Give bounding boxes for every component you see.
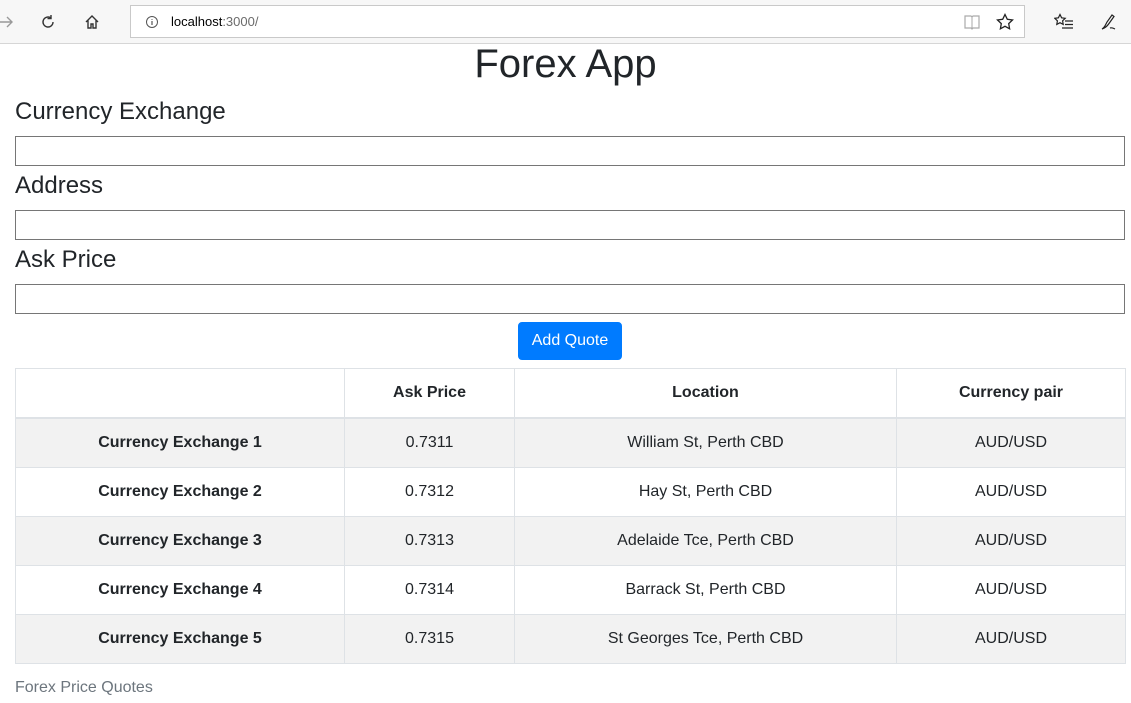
header-location: Location [514,368,897,419]
favorites-list-icon[interactable] [1054,12,1074,32]
url-port: :3000/ [222,14,259,29]
page-title: Forex App [474,42,657,86]
address-input[interactable] [15,210,1125,240]
location: St Georges Tce, Perth CBD [514,614,897,664]
location: Hay St, Perth CBD [514,467,897,517]
home-icon[interactable] [80,10,104,34]
ask-price: 0.7314 [344,565,515,615]
exchange-name: Currency Exchange 3 [15,516,345,566]
table-row: Currency Exchange 2 0.7312 Hay St, Perth… [15,467,1126,517]
web-note-pen-icon[interactable] [1098,12,1118,32]
table-row: Currency Exchange 1 0.7311 William St, P… [15,417,1126,468]
forward-icon[interactable] [0,10,18,34]
currency-pair: AUD/USD [896,417,1126,468]
quotes-table: Ask Price Location Currency pair Currenc… [15,368,1126,664]
ask-price-label: Ask Price [15,246,117,273]
exchange-name: Currency Exchange 1 [15,417,345,468]
header-name [15,368,345,419]
table-header-row: Ask Price Location Currency pair [15,368,1126,419]
location: Adelaide Tce, Perth CBD [514,516,897,566]
currency-pair: AUD/USD [896,516,1126,566]
info-icon[interactable] [145,15,159,29]
ask-price: 0.7311 [344,417,515,468]
url-text[interactable]: localhost:3000/ [171,14,258,29]
exchange-name: Currency Exchange 5 [15,614,345,664]
add-quote-button[interactable]: Add Quote [518,322,622,360]
location: Barrack St, Perth CBD [514,565,897,615]
ask-price: 0.7313 [344,516,515,566]
browser-toolbar: localhost:3000/ [0,0,1131,44]
table-row: Currency Exchange 4 0.7314 Barrack St, P… [15,565,1126,615]
address-bar[interactable]: localhost:3000/ [130,5,1025,38]
url-host: localhost [171,14,223,29]
header-ask-price: Ask Price [344,368,515,419]
header-currency-pair: Currency pair [896,368,1126,419]
currency-pair: AUD/USD [896,565,1126,615]
refresh-icon[interactable] [36,10,60,34]
ask-price: 0.7312 [344,467,515,517]
currency-pair: AUD/USD [896,467,1126,517]
currency-exchange-label: Currency Exchange [15,98,226,125]
table-row: Currency Exchange 3 0.7313 Adelaide Tce,… [15,516,1126,566]
footer-text: Forex Price Quotes [15,679,153,696]
exchange-name: Currency Exchange 2 [15,467,345,517]
location: William St, Perth CBD [514,417,897,468]
favorite-star-icon[interactable] [995,12,1015,32]
currency-exchange-input[interactable] [15,136,1125,166]
exchange-name: Currency Exchange 4 [15,565,345,615]
currency-pair: AUD/USD [896,614,1126,664]
ask-price: 0.7315 [344,614,515,664]
reading-view-icon[interactable] [963,13,981,31]
address-label: Address [15,172,104,199]
ask-price-input[interactable] [15,284,1125,314]
table-row: Currency Exchange 5 0.7315 St Georges Tc… [15,614,1126,664]
